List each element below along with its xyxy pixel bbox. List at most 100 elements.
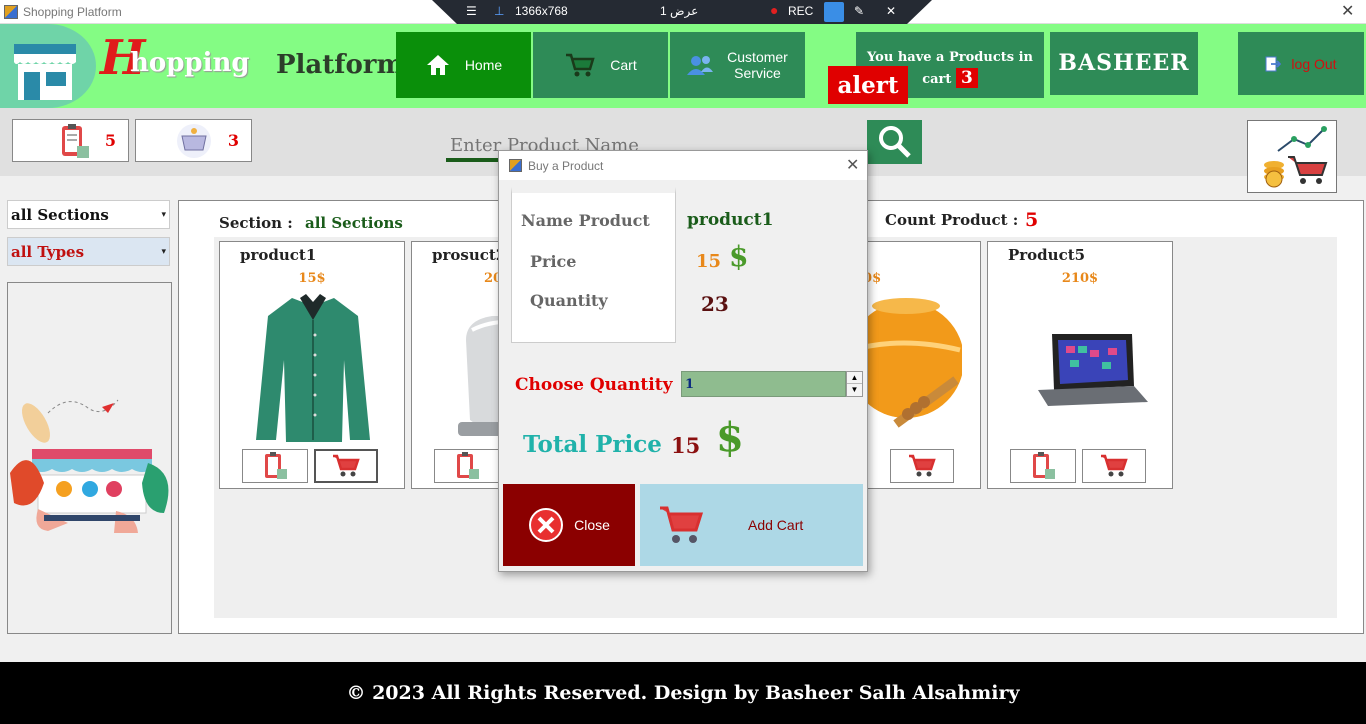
window-close-icon[interactable]: ✕ (1341, 1, 1354, 21)
home-icon (426, 55, 449, 75)
cart-count: 3 (227, 131, 239, 150)
product-price: 15$ (298, 271, 326, 286)
logo-hopping-text: hopping (130, 48, 250, 78)
cart-icon (1101, 454, 1128, 477)
product-details-button[interactable] (434, 449, 500, 483)
section-combobox[interactable]: all Sections ▾ (7, 200, 170, 229)
app-icon (4, 5, 18, 19)
product-details-button[interactable] (242, 449, 308, 483)
clipboard-icon (457, 452, 479, 479)
name-product-label: Name Product (521, 211, 650, 230)
recorder-toolbar: ☰ ⊥ 1366x768 عرض 1 ● REC ✎ ✕ (432, 0, 932, 24)
spin-up-icon[interactable]: ▲ (847, 372, 862, 384)
alert-label: alert (828, 66, 908, 104)
product-card[interactable]: product1 15$ (219, 241, 405, 489)
product-name: product1 (240, 246, 317, 264)
quantity-stepper[interactable] (681, 371, 846, 397)
close-icon (529, 508, 564, 542)
search-button[interactable] (867, 120, 922, 164)
count-product-value: 5 (1025, 209, 1039, 231)
total-price-value: 15 (671, 433, 701, 458)
spin-down-icon[interactable]: ▼ (847, 384, 862, 396)
cart-icon (566, 53, 595, 77)
total-dollar-icon: $ (716, 414, 744, 461)
chevron-down-icon: ▾ (161, 209, 166, 220)
product-card[interactable]: Product5 210$ (987, 241, 1173, 489)
logout-icon (1265, 56, 1282, 71)
clipboard-icon (62, 124, 89, 158)
laptop-image (1038, 334, 1148, 406)
menu-icon[interactable]: ☰ (466, 4, 477, 18)
pen-icon[interactable]: ✎ (854, 4, 864, 18)
recorder-view: عرض 1 (660, 4, 699, 18)
close-label: Close (574, 517, 610, 533)
recorder-close-icon[interactable]: ✕ (886, 4, 896, 18)
product-price: 210$ (1061, 271, 1099, 286)
footer: © 2023 All Rights Reserved. Design by Ba… (0, 662, 1366, 724)
quantity-spin-buttons[interactable]: ▲ ▼ (846, 371, 863, 397)
count-product-label: Count Product : (885, 211, 1019, 229)
online-shop-illustration (7, 282, 172, 634)
cart-count-badge: 3 (955, 68, 978, 88)
clipboard-icon (265, 452, 287, 479)
add-cart-label: Add Cart (748, 517, 804, 533)
add-cart-button[interactable]: Add Cart (640, 484, 863, 566)
orders-counter-button[interactable]: 5 (12, 119, 129, 162)
shirt-image (256, 294, 370, 442)
quantity-value: 23 (701, 292, 729, 316)
cart-icon (333, 454, 360, 477)
dialog-app-icon (509, 159, 522, 172)
customer-service-button[interactable]: Customer Service (670, 32, 805, 98)
total-price-label: Total Price (523, 431, 662, 458)
cart-status-line1: You have a Products in (867, 50, 1033, 65)
search-icon (878, 126, 911, 158)
camera-icon[interactable] (824, 2, 844, 22)
logo-platform-text: Platform (276, 50, 405, 80)
username-label: BASHEER (1050, 32, 1198, 95)
recorder-resolution: 1366x768 (515, 4, 568, 18)
chevron-down-icon: ▾ (161, 246, 166, 257)
clipboard-icon (1033, 452, 1055, 479)
name-product-value: product1 (687, 210, 774, 230)
sales-chart-button[interactable] (1247, 120, 1337, 193)
section-value: all Sections (305, 214, 403, 232)
pin-icon[interactable]: ⊥ (494, 4, 504, 18)
customer-service-line1: Customer (727, 49, 788, 65)
cart-button[interactable]: Cart (533, 32, 668, 98)
cart-status-line2: cart (922, 72, 952, 87)
basket-icon (177, 124, 211, 158)
logout-label: log Out (1291, 55, 1337, 72)
cart-counter-button[interactable]: 3 (135, 119, 252, 162)
section-combobox-value: all Sections (11, 205, 109, 224)
dialog-close-icon[interactable]: ✕ (846, 155, 859, 175)
add-to-cart-button[interactable] (314, 449, 378, 483)
quantity-label: Quantity (530, 291, 608, 310)
customer-service-line2: Service (734, 65, 781, 81)
add-to-cart-button[interactable] (1082, 449, 1146, 483)
logout-button[interactable]: log Out (1238, 32, 1364, 95)
type-combobox-value: all Types (11, 242, 85, 261)
window-title: Shopping Platform (23, 5, 122, 19)
choose-quantity-label: Choose Quantity (515, 375, 673, 395)
home-label: Home (464, 57, 503, 73)
product-name: prosuct2 (432, 246, 507, 264)
store-logo-icon (0, 24, 96, 108)
type-combobox[interactable]: all Types ▾ (7, 237, 170, 266)
recorder-rec-label[interactable]: REC (788, 4, 813, 18)
product-details-button[interactable] (1010, 449, 1076, 483)
users-icon (687, 56, 714, 75)
orders-count: 5 (104, 131, 116, 150)
cart-icon (660, 506, 704, 543)
home-button[interactable]: Home (396, 32, 531, 98)
dialog-title: Buy a Product (528, 159, 604, 173)
record-dot-icon: ● (770, 2, 779, 18)
price-label: Price (530, 252, 577, 271)
product-name: Product5 (1008, 246, 1086, 264)
add-to-cart-button[interactable] (890, 449, 954, 483)
close-button[interactable]: Close (503, 484, 635, 566)
dialog-titlebar: Buy a Product ✕ (499, 151, 867, 180)
price-value: 15 (696, 251, 722, 272)
section-label: Section : (219, 214, 293, 232)
dollar-icon: $ (729, 240, 749, 273)
cart-icon (909, 454, 936, 477)
